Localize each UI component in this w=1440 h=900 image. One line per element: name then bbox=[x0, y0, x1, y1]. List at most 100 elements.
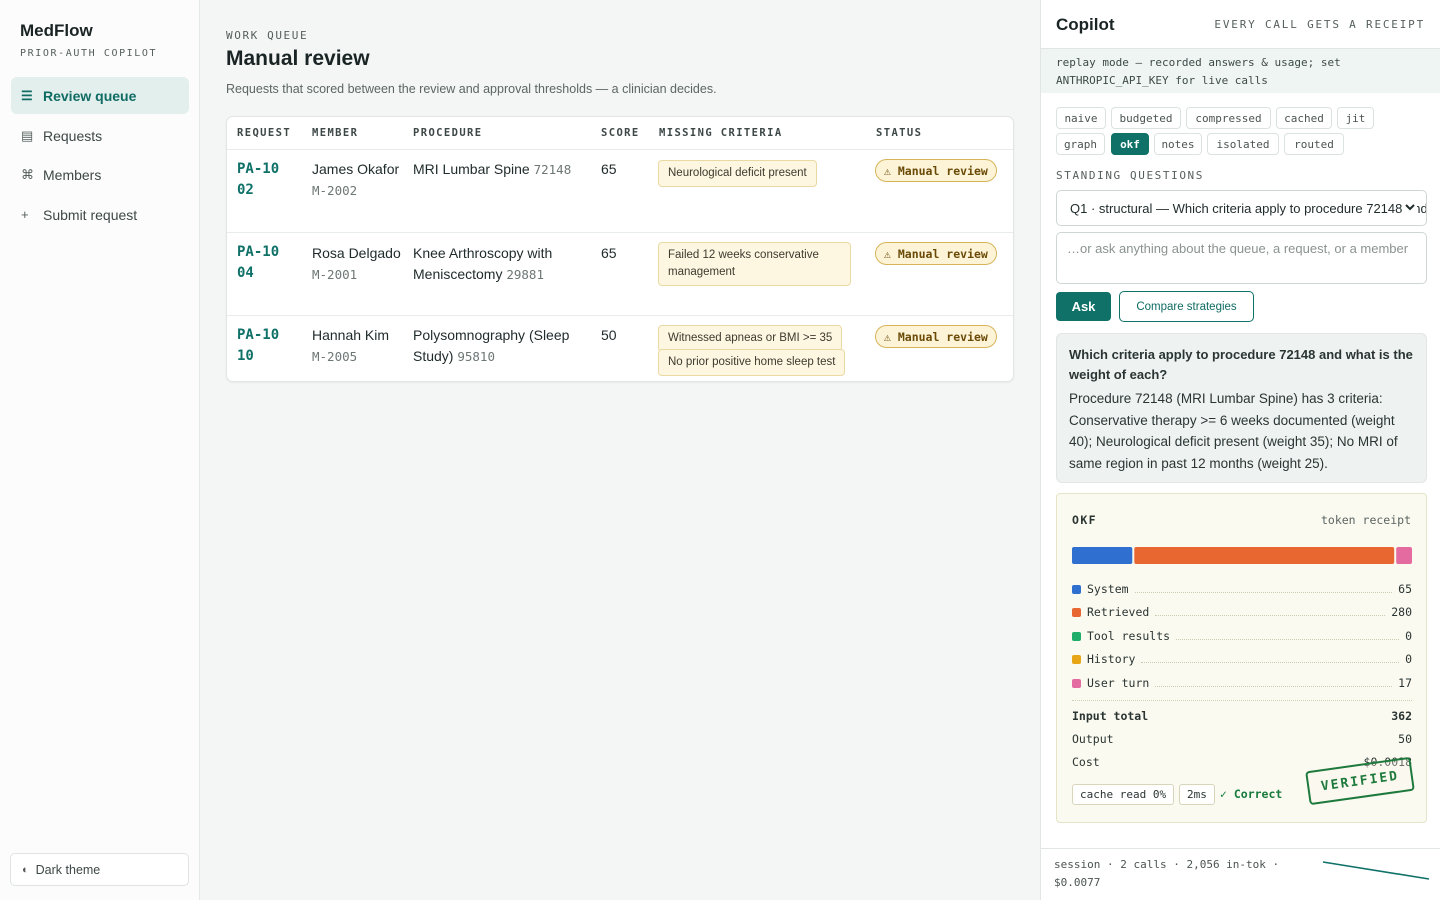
strategy-chip-naive[interactable]: naive bbox=[1056, 107, 1106, 129]
replay-mode-notice: replay mode — recorded answers & usage; … bbox=[1041, 49, 1440, 93]
output-label: Output bbox=[1072, 732, 1114, 746]
score-value: 65 bbox=[601, 161, 617, 177]
selected-question: Q1 · structural — Which criteria apply t… bbox=[1070, 200, 1426, 216]
command-icon: ⌘ bbox=[21, 166, 34, 182]
answer-text: Procedure 72148 (MRI Lumbar Spine) has 3… bbox=[1069, 391, 1398, 471]
compare-strategies-button[interactable]: Compare strategies bbox=[1119, 291, 1254, 322]
leader-dots bbox=[1155, 679, 1393, 687]
dark-theme-toggle[interactable]: ◐ Dark theme bbox=[10, 853, 189, 886]
legend-row-retrieved: Retrieved 280 bbox=[1072, 604, 1412, 620]
strategy-chip-budgeted[interactable]: budgeted bbox=[1111, 107, 1181, 129]
nav-item-label: Requests bbox=[43, 127, 103, 144]
legend-value: 0 bbox=[1405, 652, 1412, 666]
copilot-panel: Copilot EVERY CALL GETS A RECEIPT replay… bbox=[1040, 0, 1440, 900]
header-divider bbox=[227, 149, 1013, 150]
legend-swatch bbox=[1072, 584, 1081, 594]
member-name: Hannah Kim bbox=[312, 327, 390, 343]
page-subtitle: Requests that scored between the review … bbox=[226, 82, 717, 96]
score-value: 50 bbox=[601, 327, 617, 343]
strategy-chip-notes[interactable]: notes bbox=[1154, 133, 1202, 155]
procedure-cell: Polysomnography (Sleep Study) 95810 bbox=[413, 325, 588, 367]
column-header-procedure: PROCEDURE bbox=[413, 127, 483, 139]
leader-dots bbox=[1134, 585, 1393, 593]
legend-label: System bbox=[1087, 582, 1129, 596]
nav-item-members[interactable]: ⌘ Members bbox=[11, 156, 189, 193]
latency-chip: 2ms bbox=[1179, 784, 1215, 805]
row-divider bbox=[227, 232, 1013, 233]
brand-name: MedFlow bbox=[20, 21, 93, 40]
legend-row-user-turn: User turn 17 bbox=[1072, 675, 1412, 691]
nav-item-review-queue[interactable]: ☰ Review queue bbox=[11, 77, 189, 114]
missing-criterion-badge: No prior positive home sleep test bbox=[658, 349, 846, 376]
member-id: M-2001 bbox=[312, 267, 358, 282]
review-table: REQUEST MEMBER PROCEDURE SCORE MISSING C… bbox=[226, 116, 1014, 382]
legend-label: History bbox=[1087, 652, 1136, 666]
column-header-score: SCORE bbox=[601, 127, 640, 139]
receipt-subtitle: token receipt bbox=[1320, 513, 1411, 527]
legend-value: 0 bbox=[1405, 629, 1412, 643]
copilot-tagline: EVERY CALL GETS A RECEIPT bbox=[1214, 18, 1425, 31]
request-id-link[interactable]: PA-1004 bbox=[237, 242, 287, 284]
session-sparkline bbox=[1322, 861, 1430, 880]
strategy-chip-routed[interactable]: routed bbox=[1284, 133, 1344, 155]
correct-verdict: ✓ Correct bbox=[1220, 787, 1283, 801]
plus-icon: + bbox=[21, 207, 29, 222]
member-cell: Hannah Kim M-2005 bbox=[312, 325, 402, 367]
legend-swatch bbox=[1072, 631, 1081, 641]
legend-row-tool-results: Tool results 0 bbox=[1072, 628, 1412, 644]
procedure-code: 29881 bbox=[506, 267, 544, 282]
legend-label: Tool results bbox=[1087, 629, 1171, 643]
nav-item-label: Members bbox=[43, 166, 102, 183]
request-id-link[interactable]: PA-1002 bbox=[237, 159, 287, 201]
cache-read-chip: cache read 0% bbox=[1072, 784, 1175, 805]
strategy-chip-graph[interactable]: graph bbox=[1056, 133, 1105, 155]
legend-swatch bbox=[1072, 607, 1081, 617]
procedure-code: 95810 bbox=[457, 349, 495, 364]
procedure-cell: Knee Arthroscopy with Meniscectomy 29881 bbox=[413, 243, 588, 285]
receipt-strategy: OKF bbox=[1072, 513, 1097, 527]
request-id-link[interactable]: PA-1010 bbox=[237, 325, 287, 367]
strategy-chip-cached[interactable]: cached bbox=[1276, 107, 1332, 129]
token-receipt: OKF token receipt System 65 Retrieved 28… bbox=[1056, 493, 1427, 823]
legend-swatch bbox=[1072, 654, 1081, 664]
token-bar-segment-system bbox=[1072, 547, 1133, 564]
list-icon: ☰ bbox=[21, 87, 33, 103]
leader-dots bbox=[1155, 608, 1386, 616]
legend-swatch bbox=[1072, 678, 1081, 688]
answer-question: Which criteria apply to procedure 72148 … bbox=[1069, 347, 1413, 382]
token-usage-bar bbox=[1072, 547, 1412, 564]
main-content: WORK QUEUE Manual review Requests that s… bbox=[200, 0, 1040, 900]
strategy-chip-okf[interactable]: okf bbox=[1111, 133, 1149, 155]
legend-value: 280 bbox=[1391, 605, 1412, 619]
member-id: M-2002 bbox=[312, 183, 358, 198]
missing-criterion-badge: Failed 12 weeks conservative management bbox=[658, 242, 851, 286]
nav-item-label: Submit request bbox=[43, 206, 138, 223]
token-bar-segment-retrieved bbox=[1134, 547, 1395, 564]
token-bar-segment-user-turn bbox=[1396, 547, 1412, 564]
nav-item-submit-request[interactable]: + Submit request bbox=[11, 196, 189, 233]
section-eyebrow: WORK QUEUE bbox=[226, 29, 309, 42]
theme-label: Dark theme bbox=[35, 862, 101, 877]
column-header-member: MEMBER bbox=[312, 127, 359, 139]
column-header-missing-criteria: MISSING CRITERIA bbox=[659, 127, 783, 139]
chevron-down-icon bbox=[1403, 200, 1417, 214]
nav-item-label: Review queue bbox=[43, 87, 137, 104]
standing-question-select[interactable]: Q1 · structural — Which criteria apply t… bbox=[1056, 190, 1427, 226]
member-name: Rosa Delgado bbox=[312, 245, 401, 261]
member-cell: Rosa Delgado M-2001 bbox=[312, 243, 402, 285]
member-id: M-2005 bbox=[312, 349, 358, 364]
member-cell: James Okafor M-2002 bbox=[312, 159, 402, 201]
strategy-chip-compressed[interactable]: compressed bbox=[1186, 107, 1271, 129]
procedure-code: 72148 bbox=[533, 162, 572, 177]
ask-button[interactable]: Ask bbox=[1056, 292, 1111, 321]
ask-input[interactable]: …or ask anything about the queue, a requ… bbox=[1056, 232, 1427, 284]
score-value: 65 bbox=[601, 245, 617, 261]
legend-label: Retrieved bbox=[1087, 605, 1150, 619]
leader-dots bbox=[1176, 632, 1400, 640]
nav-item-requests[interactable]: ▤ Requests bbox=[11, 117, 189, 154]
page-title: Manual review bbox=[226, 47, 370, 70]
strategy-chip-jit[interactable]: jit bbox=[1337, 107, 1374, 129]
output-row: Output 50 bbox=[1072, 732, 1412, 746]
strategy-chip-isolated[interactable]: isolated bbox=[1207, 133, 1279, 155]
procedure-name: MRI Lumbar Spine bbox=[413, 161, 530, 177]
